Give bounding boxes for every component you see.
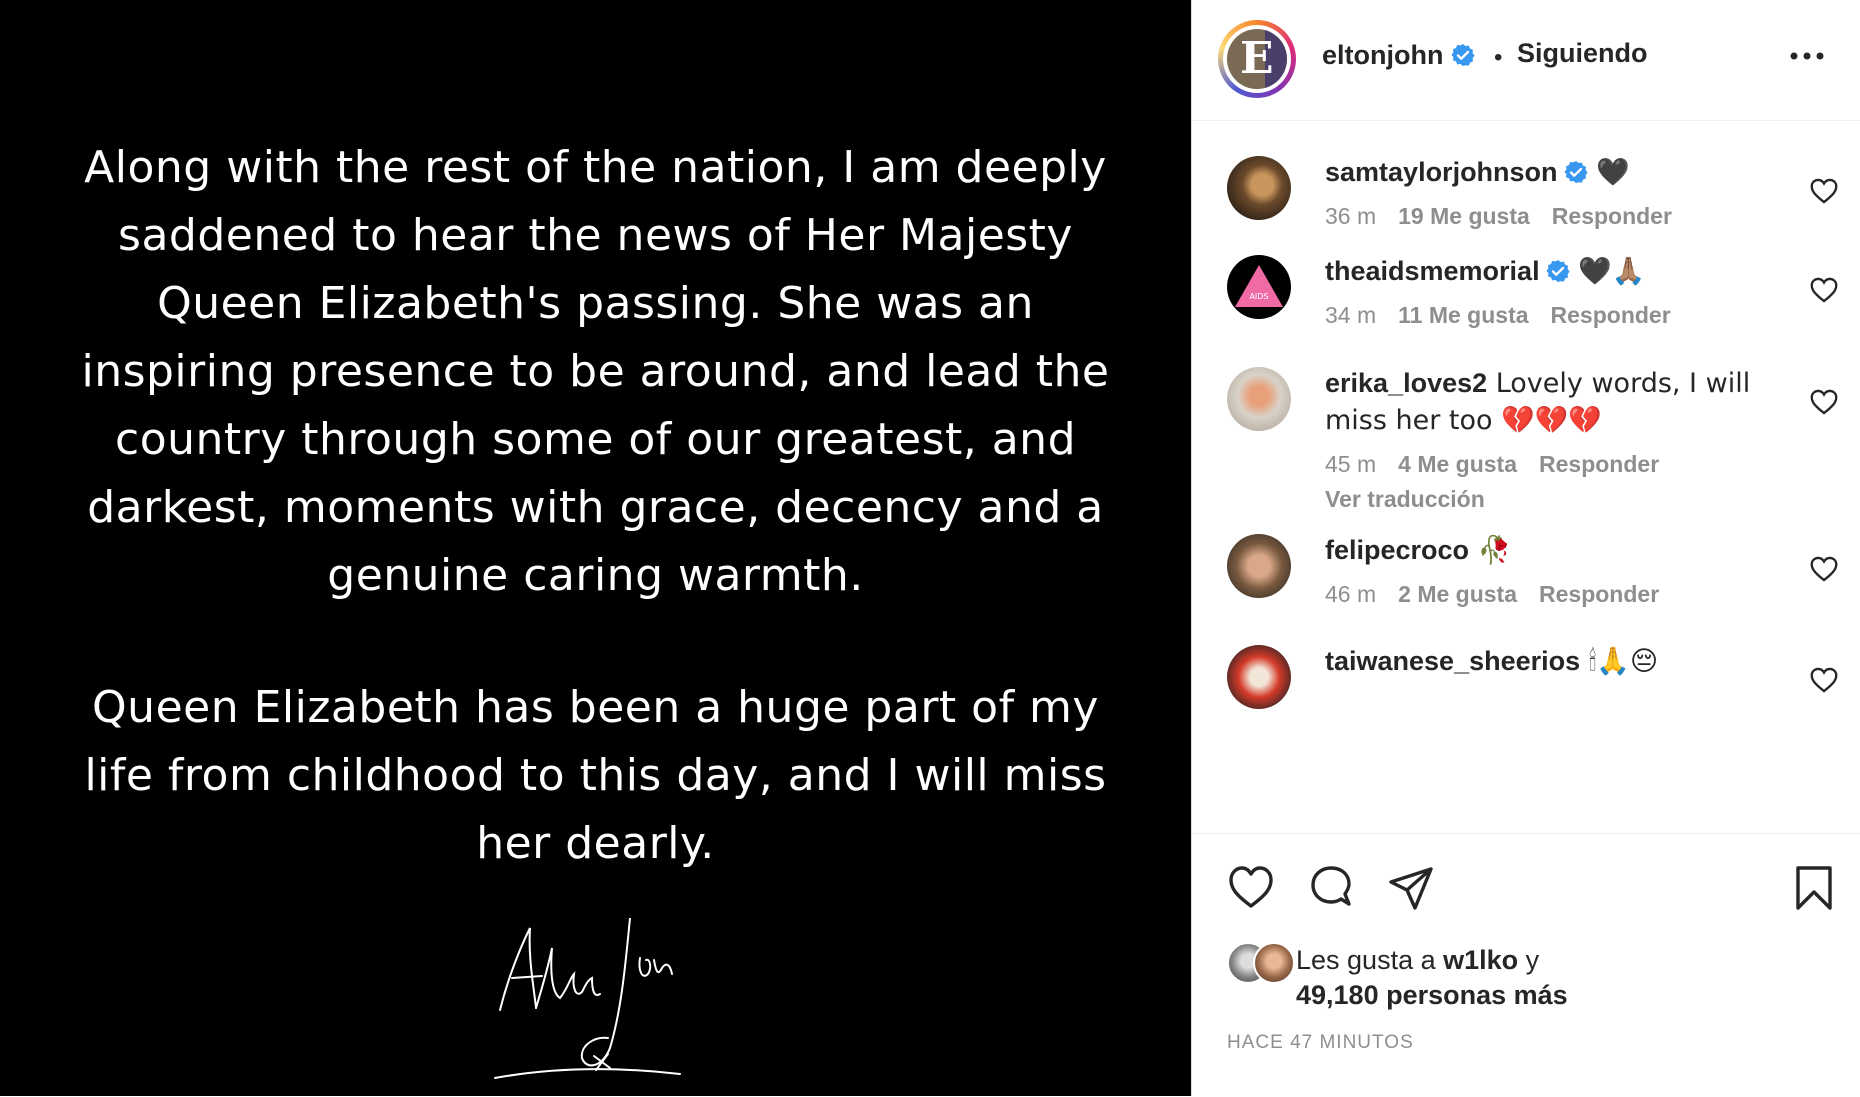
comment-text: 🖤 <box>1587 157 1630 188</box>
comment-username[interactable]: samtaylorjohnson <box>1325 157 1558 187</box>
comment-username[interactable]: theaidsmemorial <box>1325 256 1540 286</box>
svg-text:AIDS: AIDS <box>1249 292 1268 301</box>
username-link[interactable]: eltonjohn <box>1322 40 1475 71</box>
comment-heart-icon[interactable] <box>1810 277 1838 303</box>
comment-username[interactable]: felipecroco <box>1325 535 1469 565</box>
see-translation-link[interactable]: Ver traducción <box>1325 486 1765 513</box>
commenter-avatar[interactable] <box>1227 367 1291 431</box>
comment-username[interactable]: erika_loves2 <box>1325 368 1487 398</box>
comment-heart-icon[interactable] <box>1810 667 1838 693</box>
post-paragraph-2: Queen Elizabeth has been a huge part of … <box>84 682 1107 869</box>
comment-time: 36 m <box>1325 203 1377 229</box>
post-sidebar: E eltonjohn • Siguiendo samtaylorjohnson… <box>1191 0 1860 1096</box>
verified-badge-icon <box>1563 161 1588 183</box>
post-paragraph-1: Along with the rest of the nation, I am … <box>81 142 1110 601</box>
following-button[interactable]: Siguiendo <box>1517 38 1648 69</box>
comment-heart-icon[interactable] <box>1810 556 1838 582</box>
comment-time: 46 m <box>1325 581 1377 607</box>
commenter-avatar[interactable] <box>1227 534 1291 598</box>
comment-likes-link[interactable]: 4 Me gusta <box>1398 451 1517 477</box>
post-image: Along with the rest of the nation, I am … <box>0 0 1191 1096</box>
commenter-avatar[interactable] <box>1227 645 1291 709</box>
comment-text: 🖤🙏🏽 <box>1569 256 1646 287</box>
comment-icon[interactable] <box>1307 864 1355 912</box>
reply-button[interactable]: Responder <box>1539 581 1659 607</box>
commenter-avatar[interactable] <box>1227 156 1291 220</box>
comment-heart-icon[interactable] <box>1810 178 1838 204</box>
post-timestamp[interactable]: HACE 47 MINUTOS <box>1227 1032 1414 1054</box>
post-actions: Les gusta a w1lko y 49,180 personas más … <box>1192 833 1860 1097</box>
liker-avatar[interactable] <box>1253 942 1295 984</box>
comment-username[interactable]: taiwanese_sheerios <box>1325 646 1580 676</box>
comment-time: 45 m <box>1325 451 1377 477</box>
heart-icon[interactable] <box>1227 864 1275 912</box>
comment-text: 🥀 <box>1469 535 1512 566</box>
liker-username[interactable]: w1lko <box>1443 945 1518 975</box>
commenter-avatar[interactable]: AIDS <box>1227 255 1291 319</box>
verified-badge-icon <box>1545 260 1570 282</box>
reply-button[interactable]: Responder <box>1552 203 1672 229</box>
likes-count-link[interactable]: 49,180 personas más <box>1296 980 1568 1011</box>
reply-button[interactable]: Responder <box>1539 451 1659 477</box>
verified-badge-icon <box>1451 44 1475 66</box>
signature-image <box>494 918 681 1079</box>
comment-time: 34 m <box>1325 302 1377 328</box>
likes-summary: Les gusta a w1lko y <box>1296 945 1540 975</box>
comment-likes-link[interactable]: 11 Me gusta <box>1398 302 1528 328</box>
comment-heart-icon[interactable] <box>1810 389 1838 415</box>
more-options-icon[interactable] <box>1787 46 1827 66</box>
post-header: E eltonjohn • Siguiendo <box>1192 0 1860 121</box>
separator-dot: • <box>1494 44 1503 71</box>
comment-text: 🕯🙏😔 <box>1580 646 1659 677</box>
share-icon[interactable] <box>1387 864 1435 912</box>
reply-button[interactable]: Responder <box>1551 302 1671 328</box>
bookmark-icon[interactable] <box>1790 864 1838 912</box>
comments-list[interactable]: samtaylorjohnson 🖤 36 m 19 Me gusta Respon… <box>1192 121 1860 833</box>
comment-likes-link[interactable]: 19 Me gusta <box>1398 203 1530 229</box>
profile-avatar[interactable]: E <box>1218 20 1296 98</box>
comment-likes-link[interactable]: 2 Me gusta <box>1398 581 1517 607</box>
